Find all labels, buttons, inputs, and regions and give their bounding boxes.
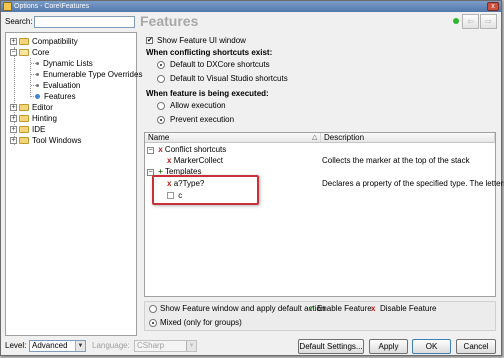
disabled-x-icon[interactable]: x xyxy=(167,156,171,165)
expand-icon[interactable]: + xyxy=(10,103,17,111)
tree-item-label: Compatibility xyxy=(32,36,78,46)
search-input[interactable] xyxy=(34,16,135,28)
folder-icon xyxy=(19,125,29,133)
allow-execution-radio[interactable] xyxy=(157,102,165,110)
collapse-icon[interactable]: − xyxy=(147,147,154,154)
forward-button[interactable]: ⇨ xyxy=(480,14,497,29)
folder-icon xyxy=(19,114,29,122)
feature-description: Declares a property of the specified typ… xyxy=(322,179,504,188)
options-window: Options - Core\Features x Search: Featur… xyxy=(0,0,504,356)
folder-icon xyxy=(19,136,29,144)
expand-icon[interactable]: + xyxy=(10,114,17,122)
close-icon[interactable]: x xyxy=(487,2,499,11)
tree-item-tool-windows[interactable]: + Tool Windows xyxy=(10,135,81,145)
bullet-icon xyxy=(36,83,39,87)
highlight-annotation xyxy=(152,175,259,205)
enable-check-icon: ✔ xyxy=(308,304,315,313)
show-feature-ui-label: Show Feature UI window xyxy=(157,36,246,45)
tree-item-label: Features xyxy=(44,91,76,101)
window-title: Options - Core\Features xyxy=(14,3,90,10)
selected-bullet-icon xyxy=(35,93,40,99)
show-feature-window-label: Show Feature window and apply default ac… xyxy=(160,304,326,313)
table-row[interactable]: − x Conflict shortcuts xyxy=(147,145,493,155)
feature-name: Conflict shortcuts xyxy=(164,145,227,154)
mixed-radio[interactable] xyxy=(149,319,157,327)
disabled-x-icon[interactable]: x xyxy=(158,145,162,154)
tree-item-enumerable-type-overrides[interactable]: Enumerable Type Overrides xyxy=(36,69,142,79)
tree-item-core[interactable]: − Core xyxy=(10,47,49,57)
app-icon xyxy=(3,2,12,11)
level-label: Level: xyxy=(5,341,27,350)
default-settings-button[interactable]: Default Settings... xyxy=(298,339,364,354)
feature-name: MarkerCollect xyxy=(173,156,224,165)
tree-item-editor[interactable]: + Editor xyxy=(10,102,53,112)
tree-item-features[interactable]: Features xyxy=(35,91,76,101)
conflicting-shortcuts-heading: When conflicting shortcuts exist: xyxy=(146,48,273,57)
feature-executed-heading: When feature is being executed: xyxy=(146,89,269,98)
tree-item-label: Hinting xyxy=(32,113,57,123)
column-header-label: Description xyxy=(324,133,365,142)
tree-item-hinting[interactable]: + Hinting xyxy=(10,113,57,123)
language-label: Language: xyxy=(92,341,130,350)
column-header-description[interactable]: Description xyxy=(321,133,495,143)
disable-feature-label: Disable Feature xyxy=(380,304,437,313)
dropdown-arrow-icon[interactable]: ▼ xyxy=(186,341,196,351)
apply-button[interactable]: Apply xyxy=(369,339,408,354)
prevent-execution-label: Prevent execution xyxy=(170,115,235,124)
tree-item-compatibility[interactable]: + Compatibility xyxy=(10,36,78,46)
tree-item-dynamic-lists[interactable]: Dynamic Lists xyxy=(36,58,93,68)
language-select[interactable]: CSharp ▼ xyxy=(134,340,197,352)
ok-button[interactable]: OK xyxy=(412,339,451,354)
level-value: Advanced xyxy=(32,341,68,350)
default-dxcore-radio[interactable] xyxy=(157,61,165,69)
language-value: CSharp xyxy=(137,341,165,350)
cancel-button[interactable]: Cancel xyxy=(456,339,496,354)
tree-item-label: IDE xyxy=(32,124,46,134)
table-row[interactable]: x MarkerCollect xyxy=(167,156,223,166)
status-indicator-icon xyxy=(453,18,459,24)
sort-icon[interactable]: △ xyxy=(312,133,317,143)
collapse-icon[interactable]: − xyxy=(10,48,17,56)
tree-item-label: Enumerable Type Overrides xyxy=(43,69,143,79)
search-label: Search: xyxy=(5,17,33,26)
expand-icon[interactable]: + xyxy=(10,125,17,133)
features-grid[interactable]: Name △ Description − x Conflict shortcut… xyxy=(144,132,504,297)
level-select[interactable]: Advanced ▼ xyxy=(29,340,86,352)
page-title: Features xyxy=(140,13,199,29)
bullet-icon xyxy=(36,61,39,65)
bullet-icon xyxy=(36,72,39,76)
options-tree[interactable]: + Compatibility − Core Dynamic Lists Enu… xyxy=(5,32,142,336)
tree-item-label: Editor xyxy=(32,102,53,112)
tree-item-label: Tool Windows xyxy=(32,135,82,145)
tree-item-ide[interactable]: + IDE xyxy=(10,124,45,134)
mixed-label: Mixed (only for groups) xyxy=(160,318,242,327)
tree-item-label: Dynamic Lists xyxy=(43,58,93,68)
show-feature-window-radio[interactable] xyxy=(149,305,157,313)
default-visual-studio-label: Default to Visual Studio shortcuts xyxy=(170,74,288,83)
folder-icon xyxy=(19,103,29,111)
tree-item-label: Evaluation xyxy=(43,80,81,90)
expand-icon[interactable]: + xyxy=(10,136,17,144)
expand-icon[interactable]: + xyxy=(10,37,17,45)
prevent-execution-radio[interactable] xyxy=(157,116,165,124)
title-bar[interactable]: Options - Core\Features x xyxy=(1,1,501,12)
enable-feature-label: Enable Feature xyxy=(317,304,372,313)
disable-x-icon: x xyxy=(371,304,376,313)
back-button[interactable]: ⇦ xyxy=(462,14,479,29)
folder-icon xyxy=(19,37,29,45)
dropdown-arrow-icon[interactable]: ▼ xyxy=(75,341,85,351)
column-header-name[interactable]: Name xyxy=(145,133,321,143)
feature-description: Collects the marker at the top of the st… xyxy=(322,156,470,165)
folder-open-icon xyxy=(19,48,29,56)
tree-item-evaluation[interactable]: Evaluation xyxy=(36,80,80,90)
show-feature-ui-checkbox[interactable]: ✔ xyxy=(146,37,153,44)
tree-item-label: Core xyxy=(32,47,50,57)
default-dxcore-label: Default to DXCore shortcuts xyxy=(170,60,270,69)
column-header-label: Name xyxy=(148,133,170,142)
allow-execution-label: Allow execution xyxy=(170,101,226,110)
default-visual-studio-radio[interactable] xyxy=(157,75,165,83)
